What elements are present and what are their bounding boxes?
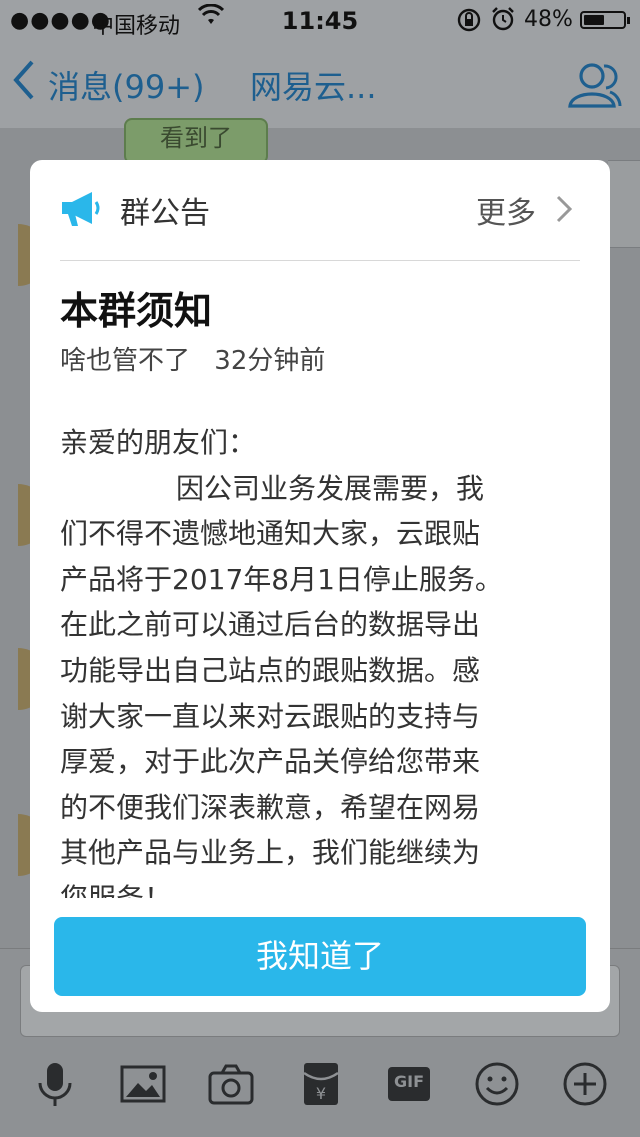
- back-button[interactable]: 消息(99+): [48, 62, 205, 108]
- notice-author: 啥也管不了: [60, 346, 191, 376]
- nav-bar: 消息(99+) 网易云...: [0, 40, 640, 128]
- battery-icon: [580, 11, 630, 29]
- dialog-header-label: 群公告: [120, 196, 210, 231]
- plus-icon[interactable]: [562, 1061, 608, 1107]
- body-line: 功能导出自己站点的跟贴数据。感: [60, 653, 481, 687]
- megaphone-icon: [60, 188, 102, 230]
- divider: [60, 260, 580, 261]
- notice-time: 32分钟前: [214, 346, 326, 376]
- confirm-button[interactable]: 我知道了: [54, 917, 586, 996]
- message-card: [608, 160, 640, 248]
- body-line: 产品将于2017年8月1日停止服务。: [60, 562, 503, 596]
- back-chevron-icon[interactable]: [8, 56, 38, 115]
- body-line: 们不得不遗憾地通知大家，云跟贴: [60, 517, 481, 551]
- group-members-icon[interactable]: [566, 60, 622, 110]
- body-line: 在此之前可以通过后台的数据导出: [60, 608, 481, 642]
- body-line: 因公司业务发展需要，我: [176, 471, 485, 505]
- rotation-lock-icon: [456, 7, 482, 39]
- body-line: 您服务！: [60, 876, 590, 898]
- body-line: 谢大家一直以来对云跟贴的支持与: [60, 699, 481, 733]
- notice-meta: 啥也管不了 32分钟前: [60, 340, 325, 377]
- image-icon[interactable]: [120, 1061, 166, 1107]
- more-link[interactable]: 更多: [476, 188, 536, 232]
- alarm-icon: [490, 6, 516, 38]
- body-line: 其他产品与业务上，我们能继续为: [60, 836, 481, 870]
- body-line: 厚爱，对于此次产品关停给您带来: [60, 745, 481, 779]
- gif-label: GIF: [393, 1072, 424, 1091]
- notice-title: 本群须知: [60, 289, 213, 333]
- red-packet-icon[interactable]: ¥: [298, 1061, 344, 1107]
- chat-bubble: 看到了: [124, 118, 268, 164]
- body-line: 的不便我们深表歉意，希望在网易: [60, 790, 481, 824]
- notice-body[interactable]: 亲爱的朋友们： 因公司业务发展需要，我 们不得不遗憾地通知大家，云跟贴 产品将于…: [60, 420, 590, 898]
- gif-icon[interactable]: GIF: [386, 1061, 432, 1107]
- chevron-right-icon[interactable]: [554, 194, 574, 224]
- microphone-icon[interactable]: [32, 1061, 78, 1107]
- chat-title: 网易云...: [250, 68, 377, 106]
- announcement-dialog: 群公告 更多 本群须知 啥也管不了 32分钟前 亲爱的朋友们： 因公司业务发展需…: [30, 160, 610, 1012]
- camera-icon[interactable]: [208, 1061, 254, 1107]
- status-bar: ●●●●● 中国移动 11:45 48%: [0, 0, 640, 40]
- battery-percent: 48%: [524, 7, 573, 32]
- emoji-icon[interactable]: [474, 1061, 520, 1107]
- dialog-header: 群公告 更多: [30, 160, 610, 260]
- svg-text:¥: ¥: [316, 1084, 326, 1103]
- body-line: 亲爱的朋友们：: [60, 426, 257, 459]
